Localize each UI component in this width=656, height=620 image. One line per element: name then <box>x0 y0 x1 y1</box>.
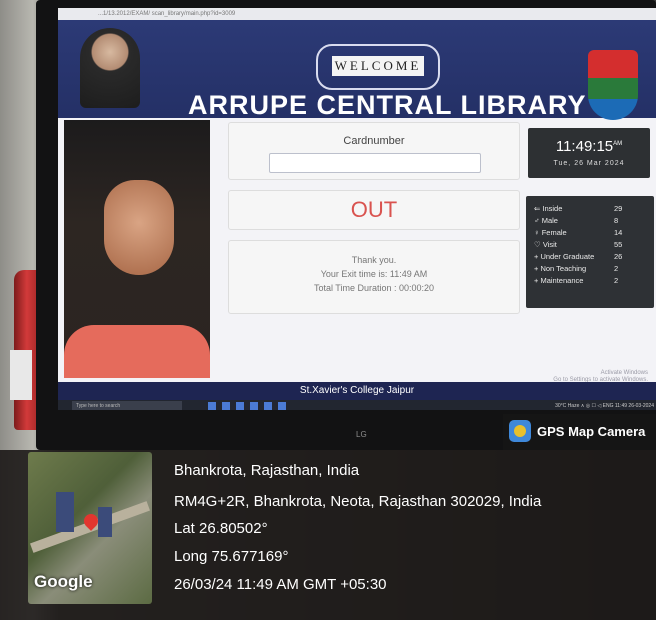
stat-inside: ⇐ Inside 29 <box>534 204 623 213</box>
library-title: ARRUPE CENTRAL LIBRARY <box>188 90 587 120</box>
gps-location: Bhankrota, Rajasthan, India <box>174 462 360 479</box>
gps-app-name: GPS Map Camera <box>537 424 646 439</box>
student-photo <box>64 120 210 378</box>
monitor-screen: ...1/13.2012/EXAM/ scan_library/main.php… <box>58 8 656 410</box>
taskbar-search[interactable]: Type here to search <box>72 401 182 410</box>
exit-message-panel: Thank you. Your Exit time is: 11:49 AM T… <box>228 240 520 314</box>
clock-meridiem: AM <box>613 141 623 147</box>
gps-longitude: Long 75.677169° <box>174 548 289 565</box>
stat-under-graduate: + Under Graduate 26 <box>534 252 623 261</box>
cardnumber-label: Cardnumber <box>343 135 405 147</box>
status-panel: OUT <box>228 190 520 230</box>
stats-panel: ⇐ Inside 29 ♂ Male 8 ♀ Female 14 ♡ Visit 55 … <box>526 196 654 308</box>
founder-portrait <box>80 28 140 108</box>
map-building <box>56 492 74 532</box>
gps-camera-badge: GPS Map Camera <box>503 414 656 450</box>
folder-icon[interactable] <box>236 402 244 410</box>
status-out: OUT <box>350 197 398 222</box>
map-building <box>98 507 112 537</box>
exit-time-text: Your Exit time is: 11:49 AM <box>320 269 428 279</box>
cardnumber-panel: Cardnumber <box>228 122 520 180</box>
college-crest <box>588 50 638 120</box>
google-logo: Google <box>34 572 93 591</box>
stat-female: ♀ Female 14 <box>534 228 623 237</box>
cardnumber-input[interactable] <box>269 153 481 173</box>
stat-non-teaching: + Non Teaching 2 <box>534 264 619 273</box>
visit-icon: ♡ <box>534 240 543 249</box>
windows-taskbar: Type here to search 30°C Haze ∧ ◎ ☐ ◁ EN… <box>58 400 656 410</box>
thanks-text: Thank you. <box>351 255 397 265</box>
duration-text: Total Time Duration : 00:00:20 <box>313 283 435 293</box>
gps-address: RM4G+2R, Bhankrota, Neota, Rajasthan 302… <box>174 493 542 510</box>
extinguisher-label <box>10 350 32 400</box>
stat-maintenance: + Maintenance 2 <box>534 276 619 285</box>
location-map: Google <box>28 452 152 604</box>
system-tray[interactable]: 30°C Haze ∧ ◎ ☐ ◁ ENG 11:49 26-03-2024 <box>528 400 654 410</box>
footer-bar: St.Xavier's College Jaipur <box>58 382 656 400</box>
taskbar-app-icons <box>208 402 292 410</box>
clock-date: Tue, 26 Mar 2024 <box>553 160 625 167</box>
monitor-brand: LG <box>356 430 367 439</box>
chrome-icon[interactable] <box>278 402 286 410</box>
mail-icon[interactable] <box>264 402 272 410</box>
male-icon: ♂ <box>534 216 542 225</box>
welcome-sign: WELCOME <box>316 44 440 90</box>
gps-latitude: Lat 26.80502° <box>174 520 268 537</box>
store-icon[interactable] <box>250 402 258 410</box>
clock-panel: 11:49:15AM Tue, 26 Mar 2024 <box>528 128 650 178</box>
female-icon: ♀ <box>534 228 542 237</box>
gps-camera-icon <box>509 420 531 442</box>
student-shirt <box>64 325 210 378</box>
gps-datetime: 26/03/24 11:49 AM GMT +05:30 <box>174 576 387 593</box>
library-banner: WELCOME ARRUPE CENTRAL LIBRARY <box>58 20 656 120</box>
clock-time: 11:49:15AM <box>555 138 623 155</box>
welcome-text: WELCOME <box>332 56 424 76</box>
stat-male: ♂ Male 8 <box>534 216 619 225</box>
student-face <box>104 180 174 275</box>
stat-visit: ♡ Visit 55 <box>534 240 623 249</box>
task-view-icon[interactable] <box>208 402 216 410</box>
edge-icon[interactable] <box>222 402 230 410</box>
browser-url-bar[interactable]: ...1/13.2012/EXAM/ scan_library/main.php… <box>58 8 656 20</box>
